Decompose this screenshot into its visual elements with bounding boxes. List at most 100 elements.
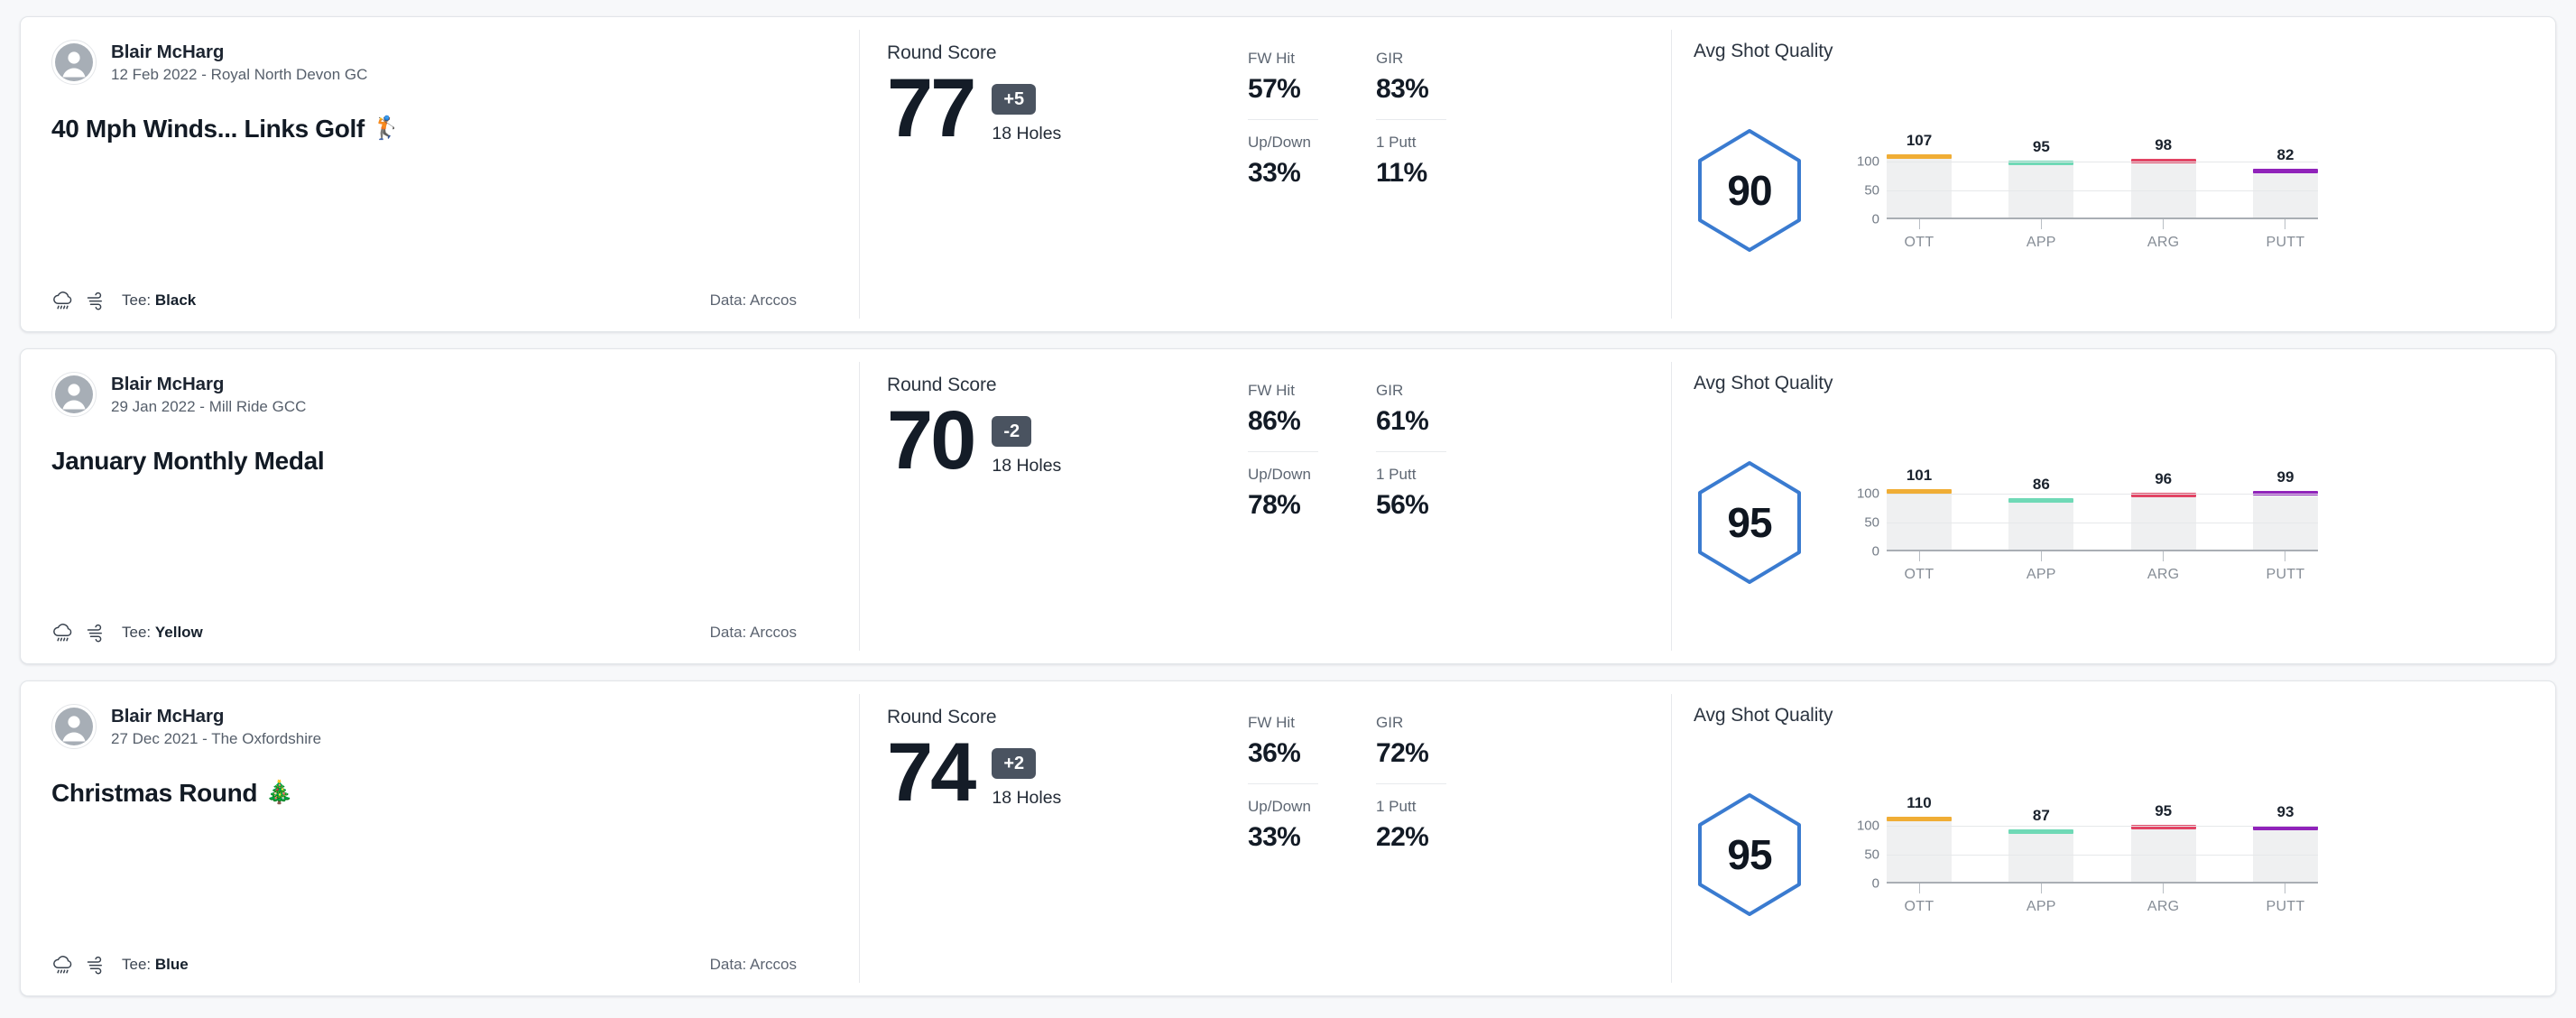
round-title[interactable]: Christmas Round 🎄 [51,778,829,809]
round-score-label: Round Score [887,707,997,727]
user-row[interactable]: Blair McHarg 12 Feb 2022 - Royal North D… [51,40,829,85]
chart-y-axis: 100 50 0 [1849,479,1879,560]
chart-y-tick: 0 [1871,875,1879,892]
chart-x-tick [2040,551,2042,561]
tee-label: Tee: [122,292,155,309]
chart-bar[interactable]: 82 [2252,146,2318,219]
data-source: Data: Arccos [710,292,797,310]
chart-bar-track [1887,816,1952,884]
chart-bar-cap [2008,497,2074,503]
chart-bar-value: 93 [2276,803,2294,821]
stat-gir: GIR 61% [1376,382,1446,452]
chart-bar[interactable]: 99 [2252,468,2318,551]
shot-quality-body: 90 100 50 0 107 95 98 82 OTT APP ARG PUTT [1694,69,2525,311]
round-info-pane: Blair McHarg 12 Feb 2022 - Royal North D… [21,17,860,331]
chart-bar[interactable]: 107 [1887,132,1952,219]
score-pane: Round Score 74 +2 18 Holes FW Hit 36% GI… [860,681,1672,995]
conditions-group: Tee: Blue [51,954,189,976]
chart-bar-value: 98 [2155,136,2173,154]
stat-up-down-label: Up/Down [1248,134,1311,151]
round-title-text: Christmas Round [51,779,258,807]
round-card[interactable]: Blair McHarg 29 Jan 2022 - Mill Ride GCC… [20,348,2556,664]
chart-x-slot: PUTT [2253,219,2318,251]
stat-up-down-label: Up/Down [1248,798,1311,815]
conditions-group: Tee: Black [51,290,196,311]
chart-bar-cap [2252,168,2318,173]
score-block: Round Score 74 +2 18 Holes [887,707,1248,814]
chart-x-axis: OTT APP ARG PUTT [1887,219,2318,251]
chart-bar[interactable]: 86 [2008,476,2074,551]
chart-bar-value: 107 [1906,131,1933,149]
shot-quality-body: 95 100 50 0 101 86 96 99 OTT APP ARG PUTT [1694,402,2525,643]
chart-bar[interactable]: 96 [2130,470,2196,551]
data-source: Data: Arccos [710,956,797,974]
stat-one-putt-value: 56% [1376,490,1429,520]
chart-x-label: OTT [1904,899,1934,914]
chart-bar[interactable]: 87 [2008,807,2074,884]
user-name: Blair McHarg [111,705,225,726]
chart-x-tick [1918,884,1920,893]
avatar [51,40,97,85]
score-block: Round Score 70 -2 18 Holes [887,375,1248,482]
shot-quality-value: 95 [1727,499,1772,546]
round-stats-grid: FW Hit 36% GIR 72% Up/Down 33% 1 Putt 22… [1248,714,1446,855]
chart-bar-value: 95 [2032,138,2050,156]
score-row: 70 -2 18 Holes [887,399,1248,482]
chart-bar-track [2008,161,2074,219]
chart-x-label: PUTT [2266,235,2305,250]
score-side: +5 18 Holes [992,69,1061,144]
round-card[interactable]: Blair McHarg 27 Dec 2021 - The Oxfordshi… [20,680,2556,996]
round-footer: Tee: Black Data: Arccos [51,290,829,311]
score-row: 77 +5 18 Holes [887,67,1248,150]
stat-gir-value: 72% [1376,738,1429,768]
chart-bar[interactable]: 95 [2008,138,2074,219]
round-card[interactable]: Blair McHarg 12 Feb 2022 - Royal North D… [20,16,2556,332]
chart-bar[interactable]: 95 [2130,802,2196,884]
chart-bar[interactable]: 98 [2130,136,2196,219]
chart-gridline [1887,190,2318,191]
chart-x-axis: OTT APP ARG PUTT [1887,551,2318,583]
wind-icon [85,290,108,311]
chart-plot: 107 95 98 82 [1887,132,2318,219]
chart-bar[interactable]: 101 [1887,467,1952,551]
chart-x-slot: APP [2008,219,2073,251]
chart-bar-value: 110 [1907,793,1932,811]
score-pane: Round Score 77 +5 18 Holes FW Hit 57% GI… [860,17,1672,331]
round-title-emoji: 🎄 [265,780,293,806]
stat-one-putt-label: 1 Putt [1376,134,1417,151]
chart-y-axis: 100 50 0 [1849,811,1879,892]
chart-bar-cap [2008,829,2074,835]
user-row[interactable]: Blair McHarg 29 Jan 2022 - Mill Ride GCC [51,372,829,417]
user-meta: Blair McHarg 12 Feb 2022 - Royal North D… [111,42,367,84]
round-title[interactable]: 40 Mph Winds... Links Golf 🏌️ [51,114,829,144]
tee-value: Black [154,292,197,309]
stat-fw-hit-value: 36% [1248,738,1301,768]
round-info-pane: Blair McHarg 29 Jan 2022 - Mill Ride GCC… [21,349,860,663]
round-title[interactable]: January Monthly Medal [51,446,829,477]
chart-x-slot: APP [2008,884,2073,915]
round-list: Blair McHarg 12 Feb 2022 - Royal North D… [0,0,2576,1018]
stat-up-down: Up/Down 33% [1248,784,1318,855]
stat-up-down-label: Up/Down [1248,466,1311,483]
round-stats-grid: FW Hit 86% GIR 61% Up/Down 78% 1 Putt 56… [1248,382,1446,523]
chart-y-tick: 50 [1864,847,1879,863]
shot-quality-pane: Avg Shot Quality 90 100 50 0 107 95 98 82 OTT… [1672,17,2555,331]
chart-bar-track [2130,492,2196,551]
tee-info: Tee: Yellow [122,624,203,642]
chart-y-tick: 100 [1856,818,1879,834]
chart-bar-value: 101 [1906,467,1933,485]
stat-fw-hit: FW Hit 57% [1248,50,1318,120]
stat-one-putt: 1 Putt 56% [1376,452,1446,523]
shot-quality-value: 90 [1727,167,1772,214]
stat-gir-value: 61% [1376,406,1429,436]
chart-bar-value: 99 [2276,467,2294,486]
chart-x-tick [1918,551,1920,561]
chart-x-slot: OTT [1887,219,1952,251]
user-row[interactable]: Blair McHarg 27 Dec 2021 - The Oxfordshi… [51,704,829,749]
stat-up-down-value: 33% [1248,822,1301,852]
stat-fw-hit: FW Hit 86% [1248,382,1318,452]
chart-bar[interactable]: 110 [1887,794,1952,884]
score-row: 74 +2 18 Holes [887,731,1248,814]
chart-bar[interactable]: 93 [2252,803,2318,884]
shot-quality-title: Avg Shot Quality [1694,41,1833,61]
